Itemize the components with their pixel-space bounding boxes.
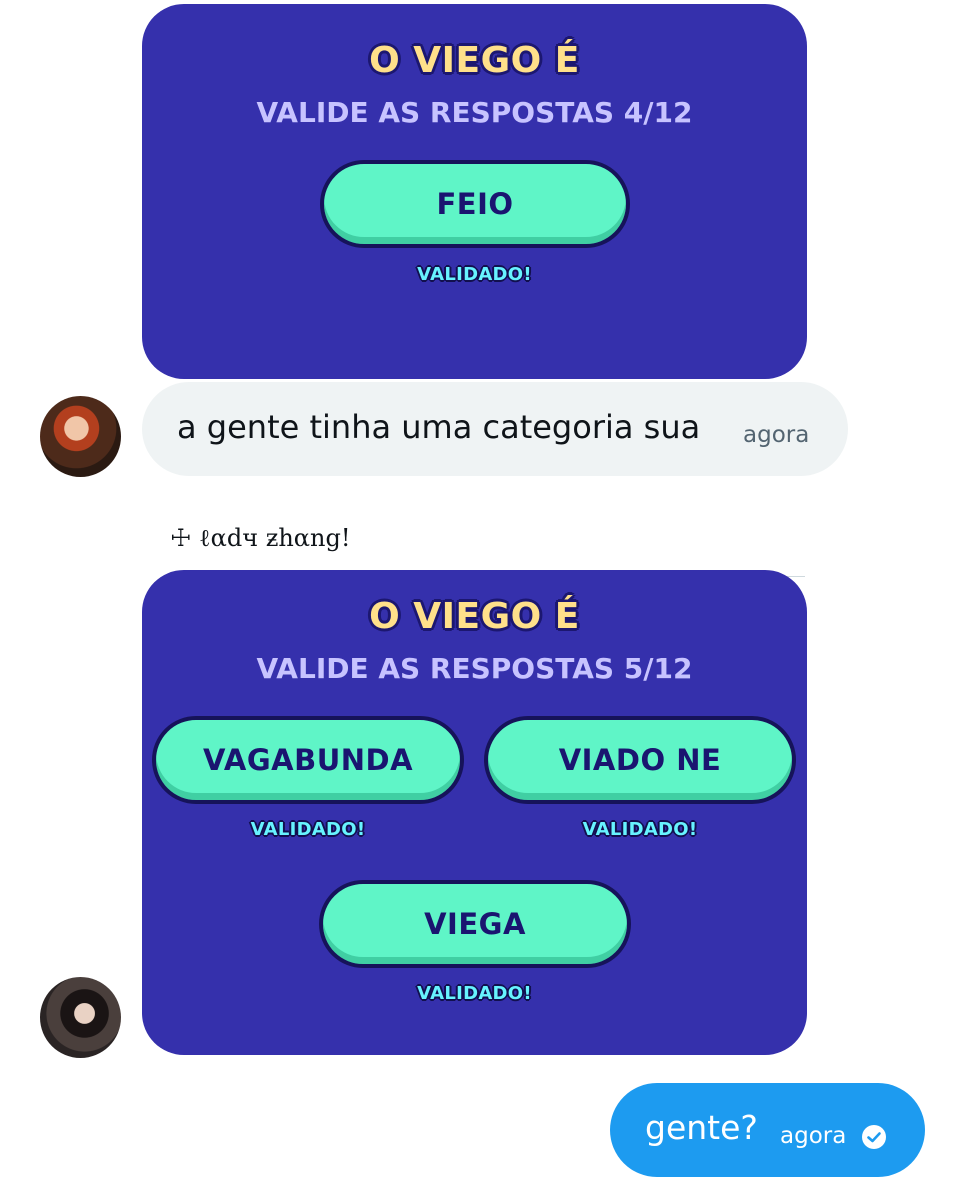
answer-pill: VAGABUNDA	[152, 716, 464, 804]
message-text: gente?	[645, 1108, 758, 1147]
card-title: O VIEGO É	[369, 40, 580, 81]
sender-avatar[interactable]	[40, 977, 121, 1058]
answer-pill: FEIO	[320, 160, 630, 248]
validated-badge: VALIDADO!	[250, 819, 366, 840]
sender-display-name: ☩ ℓαdч ƶhαng!	[170, 524, 351, 552]
check-circle-icon	[862, 1125, 886, 1149]
game-card-shared-1[interactable]: O VIEGO É VALIDE AS RESPOSTAS 4/12 FEIO …	[142, 4, 807, 379]
incoming-message-bubble[interactable]: a gente tinha uma categoria sua agora	[142, 382, 848, 476]
card-title: O VIEGO É	[369, 596, 580, 637]
outgoing-message-bubble[interactable]: gente? agora	[610, 1083, 925, 1177]
message-text: a gente tinha uma categoria sua	[177, 408, 701, 446]
sender-avatar[interactable]	[40, 396, 121, 477]
message-timestamp: agora	[743, 422, 810, 448]
card-subtitle: VALIDE AS RESPOSTAS 5/12	[256, 652, 693, 685]
answer-pill: VIEGA	[319, 880, 631, 968]
validated-badge: VALIDADO!	[417, 983, 532, 1004]
card-subtitle: VALIDE AS RESPOSTAS 4/12	[256, 96, 693, 129]
game-card-shared-2[interactable]: O VIEGO É VALIDE AS RESPOSTAS 5/12 VAGAB…	[142, 570, 807, 1055]
validated-badge: VALIDADO!	[582, 819, 698, 840]
message-timestamp: agora	[780, 1123, 847, 1149]
answer-pill: VIADO NE	[484, 716, 796, 804]
validated-badge: VALIDADO!	[417, 264, 532, 285]
